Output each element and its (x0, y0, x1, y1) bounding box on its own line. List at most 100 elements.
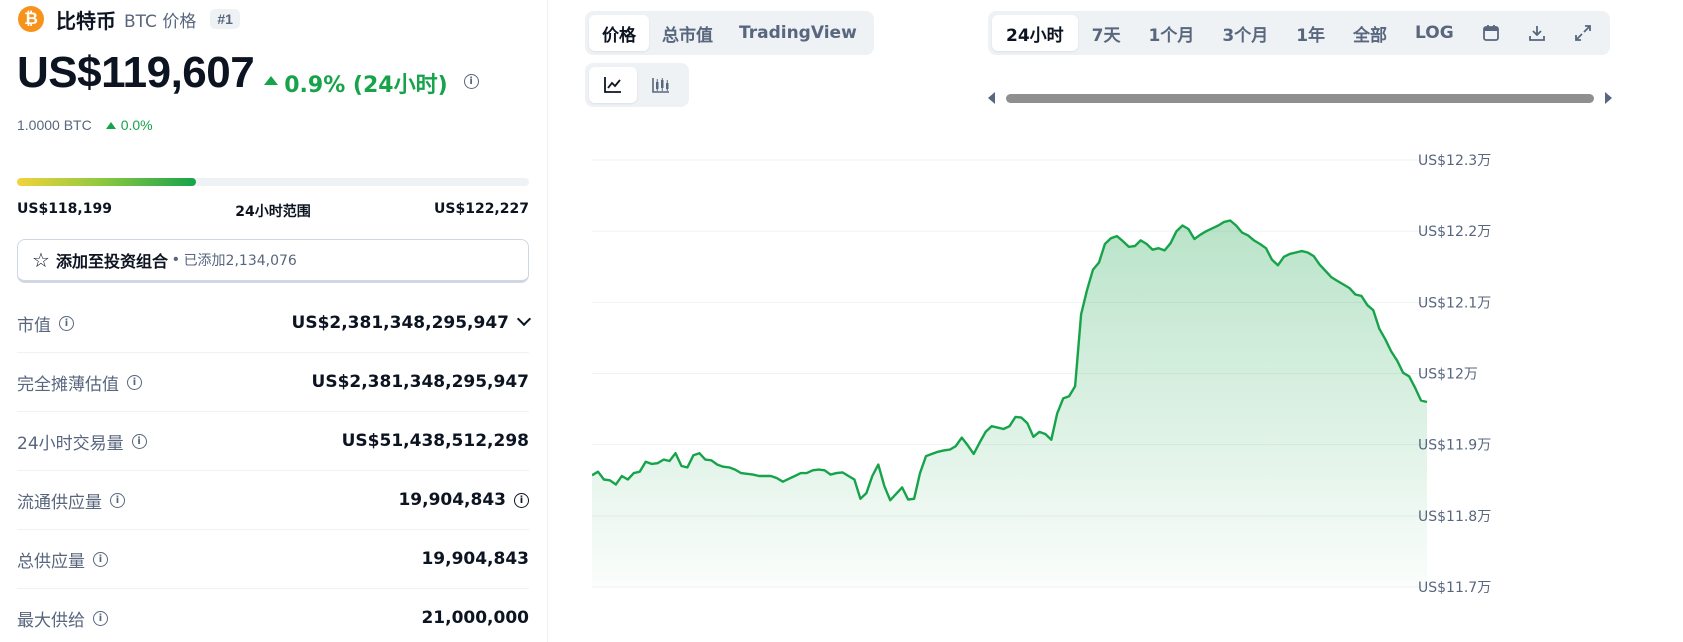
range-low: US$118,199 (17, 201, 112, 217)
chart-view-tabs: 价格 总市值 TradingView (585, 11, 874, 55)
fullscreen-icon (1574, 25, 1591, 41)
stat-value-text: US$2,381,348,295,947 (291, 313, 509, 333)
add-to-portfolio-button[interactable]: ☆ 添加至投资组合 • 已添加2,134,076 (17, 239, 529, 283)
tab-price[interactable]: 价格 (589, 15, 649, 51)
tab-7d[interactable]: 7天 (1078, 15, 1135, 51)
download-icon (1528, 26, 1545, 41)
tab-1m[interactable]: 1个月 (1135, 15, 1209, 51)
rank-badge: #1 (210, 9, 240, 29)
tab-24h[interactable]: 24小时 (992, 15, 1078, 51)
line-chart-button[interactable] (589, 67, 637, 103)
stat-row-market-cap[interactable]: 市值 i US$2,381,348,295,947 (17, 294, 532, 353)
y-tick-label: US$12.2万 (1418, 224, 1491, 240)
stat-value: US$2,381,348,295,947 (291, 311, 532, 333)
stat-value-text: US$2,381,348,295,947 (311, 372, 529, 392)
separator-dot: • (172, 251, 179, 268)
stat-label-text: 流通供应量 (17, 492, 102, 513)
stat-label: 市值 i (17, 311, 74, 336)
tab-1y[interactable]: 1年 (1282, 15, 1339, 51)
stat-value-text: 19,904,843 (398, 490, 506, 510)
line-chart-icon (604, 77, 621, 93)
stat-row-circulating-supply: 流通供应量 i 19,904,843 i (17, 471, 529, 530)
scrollbar-thumb[interactable] (1006, 94, 1594, 103)
price-area-fill (592, 220, 1427, 587)
candlestick-icon (652, 78, 669, 93)
stat-label-text: 市值 (17, 315, 51, 336)
stat-value-text: 19,904,843 (421, 549, 529, 569)
stat-value-text: US$51,438,512,298 (341, 431, 529, 451)
y-tick-label: US$12.1万 (1418, 295, 1491, 311)
info-icon[interactable]: i (93, 610, 108, 626)
stat-label: 流通供应量 i (17, 488, 125, 513)
tab-tradingview[interactable]: TradingView (726, 15, 870, 51)
up-triangle-icon (264, 76, 279, 85)
tab-3m[interactable]: 3个月 (1208, 15, 1282, 51)
info-icon[interactable]: i (131, 433, 147, 449)
scroll-right-arrow-icon[interactable] (1605, 92, 1612, 104)
coin-header: ₿ 比特币 BTC 价格 #1 (18, 6, 240, 33)
stat-label: 总供应量 i (17, 547, 108, 572)
chart-type-toggle (585, 63, 689, 107)
star-icon: ☆ (32, 248, 50, 272)
stat-value: 19,904,843 (421, 549, 529, 569)
tab-market-cap[interactable]: 总市值 (649, 15, 726, 51)
y-tick-label: US$11.7万 (1418, 580, 1491, 596)
download-button[interactable] (1514, 15, 1560, 51)
stat-value: US$2,381,348,295,947 (312, 372, 529, 392)
portfolio-label: 添加至投资组合 (55, 252, 168, 271)
range-labels: US$118,199 24小时范围 US$122,227 (17, 201, 529, 221)
stat-label-text: 最大供给 (17, 610, 85, 631)
bitcoin-logo-icon: ₿ (18, 6, 44, 32)
price-change-text: 0.9% (24小时) (284, 72, 448, 98)
range-bar-fill (17, 178, 197, 186)
y-tick-label: US$11.9万 (1418, 438, 1491, 454)
info-icon[interactable]: i (110, 492, 125, 508)
y-tick-label: US$12.3万 (1418, 153, 1491, 169)
stat-row-max-supply: 最大供给 i 21,000,000 (17, 589, 529, 642)
stat-label-text: 完全摊薄估值 (17, 374, 119, 395)
price-change-24h: 0.9% (24小时) (264, 67, 448, 99)
info-icon[interactable]: i (127, 374, 142, 390)
stat-value: 21,000,000 (421, 608, 529, 628)
stat-label-text: 24小时交易量 (17, 433, 124, 454)
stat-label: 最大供给 i (17, 606, 108, 631)
chevron-down-icon[interactable] (516, 311, 532, 327)
stat-label: 24小时交易量 i (17, 429, 147, 454)
btc-change-text: 0.0% (120, 117, 153, 133)
time-range-tabs: 24小时 7天 1个月 3个月 1年 全部 LOG (988, 11, 1610, 55)
stat-value-text: 21,000,000 (421, 608, 529, 628)
chart-range-scrollbar[interactable] (988, 92, 1612, 104)
range-bar-24h (17, 178, 529, 186)
price-chart[interactable]: US$11.7万 US$11.8万 US$11.9万 US$12万 US$12.1万 US… (592, 150, 1683, 642)
info-icon[interactable]: i (463, 74, 479, 89)
candlestick-chart-button[interactable] (637, 67, 685, 103)
stat-row-volume-24h: 24小时交易量 i US$51,438,512,298 (17, 412, 529, 471)
stats-list: 市值 i US$2,381,348,295,947 完全摊薄估值 i US$2,38… (17, 294, 532, 642)
range-high: US$122,227 (434, 201, 529, 217)
stat-value: 19,904,843 i (398, 490, 529, 510)
stat-row-fdv: 完全摊薄估值 i US$2,381,348,295,947 (17, 353, 529, 412)
price-row: US$119,607 0.9% (24小时) i (17, 48, 479, 99)
calendar-button[interactable] (1468, 15, 1514, 51)
portfolio-count: 已添加2,134,076 (183, 253, 297, 269)
tab-log[interactable]: LOG (1401, 15, 1468, 51)
scroll-left-arrow-icon[interactable] (988, 92, 995, 104)
current-price: US$119,607 (17, 48, 255, 97)
btc-change: 0.0% (105, 117, 153, 133)
stat-label-text: 总供应量 (17, 551, 85, 572)
tab-all[interactable]: 全部 (1339, 15, 1401, 51)
range-label: 24小时范围 (235, 204, 311, 220)
info-icon[interactable]: i (59, 315, 74, 331)
coin-info-panel: ₿ 比特币 BTC 价格 #1 US$119,607 0.9% (24小时) i… (0, 0, 548, 642)
info-icon[interactable]: i (514, 492, 529, 508)
stat-value: US$51,438,512,298 (342, 431, 529, 451)
calendar-icon (1482, 25, 1499, 41)
info-icon[interactable]: i (93, 551, 108, 567)
coin-name: 比特币 (56, 8, 116, 33)
up-triangle-icon (105, 121, 116, 129)
stat-row-total-supply: 总供应量 i 19,904,843 (17, 530, 529, 589)
btc-value: 1.0000 BTC (17, 117, 92, 133)
fullscreen-button[interactable] (1560, 15, 1606, 51)
y-tick-label: US$11.8万 (1418, 509, 1491, 525)
btc-price-row: 1.0000 BTC 0.0% (17, 117, 153, 133)
